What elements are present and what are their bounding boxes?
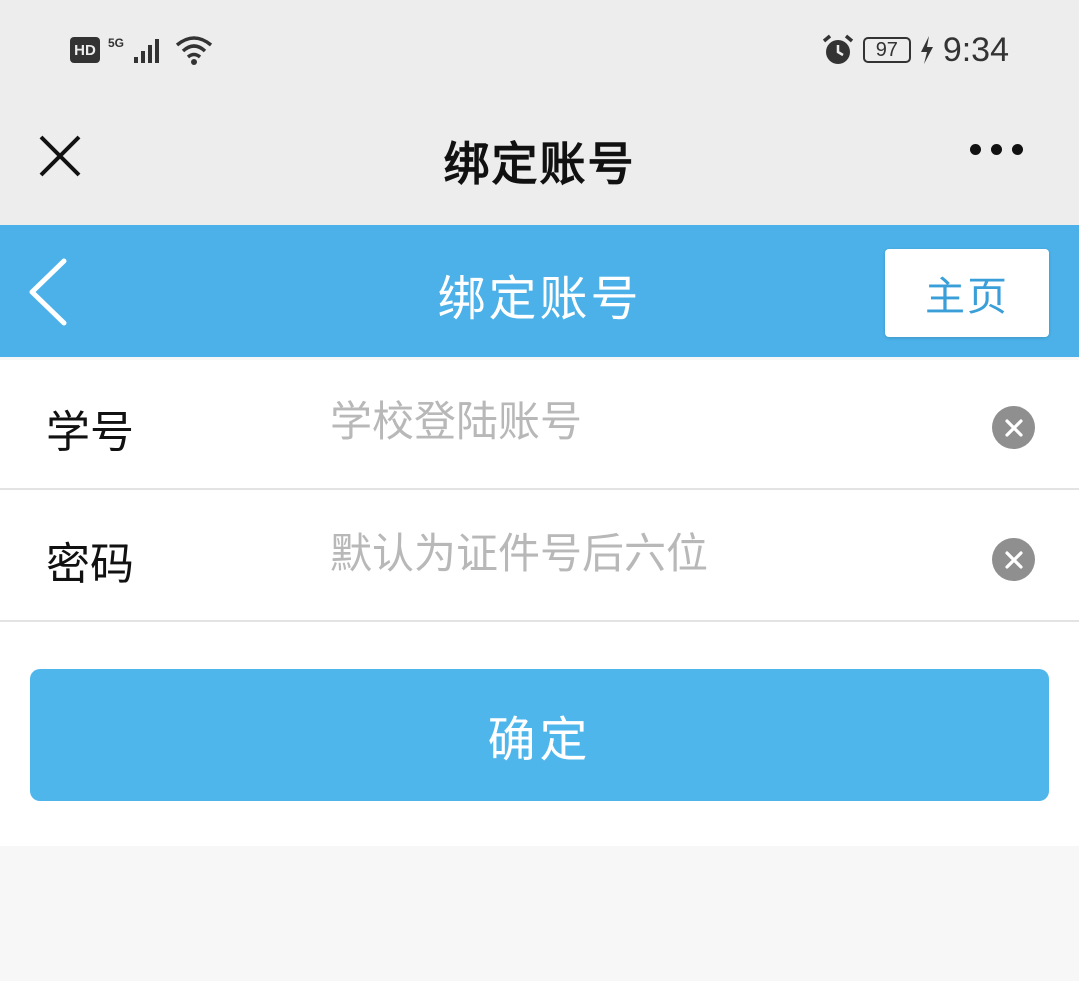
alarm-icon xyxy=(822,34,853,64)
status-bar: HD 5G 97 9:34 xyxy=(0,0,1079,100)
wechat-nav-bar: 绑定账号 xyxy=(0,100,1079,225)
student-id-row: 学号 xyxy=(0,360,1079,490)
more-dot xyxy=(970,144,981,155)
signal-icon xyxy=(134,39,160,63)
status-right: 97 9:34 xyxy=(821,28,1009,72)
clock: 9:34 xyxy=(942,30,1009,69)
more-dot xyxy=(991,144,1002,155)
password-label: 密码 xyxy=(46,539,134,590)
clear-icon[interactable] xyxy=(992,538,1035,581)
network-type: 5G xyxy=(108,36,125,50)
charging-icon xyxy=(920,36,933,64)
home-button[interactable]: 主页 xyxy=(885,249,1049,337)
more-dot xyxy=(1012,144,1023,155)
wechat-title: 绑定账号 xyxy=(443,137,636,191)
battery-icon: 97 xyxy=(862,37,911,63)
clear-x-glyph xyxy=(1004,418,1023,437)
wifi-icon xyxy=(175,36,213,65)
bind-account-form: 学号 密码 确定 xyxy=(0,360,1079,846)
student-id-label: 学号 xyxy=(46,407,134,458)
page-header: 绑定账号 主页 xyxy=(0,225,1079,357)
student-id-input[interactable] xyxy=(330,386,950,456)
status-left: HD 5G xyxy=(70,30,214,70)
clear-icon[interactable] xyxy=(992,406,1035,449)
more-icon[interactable] xyxy=(970,144,1023,155)
hd-badge: HD xyxy=(70,37,100,63)
password-input[interactable] xyxy=(330,518,950,588)
password-row: 密码 xyxy=(0,492,1079,622)
clear-x-glyph xyxy=(1004,550,1023,569)
confirm-button[interactable]: 确定 xyxy=(30,669,1049,801)
